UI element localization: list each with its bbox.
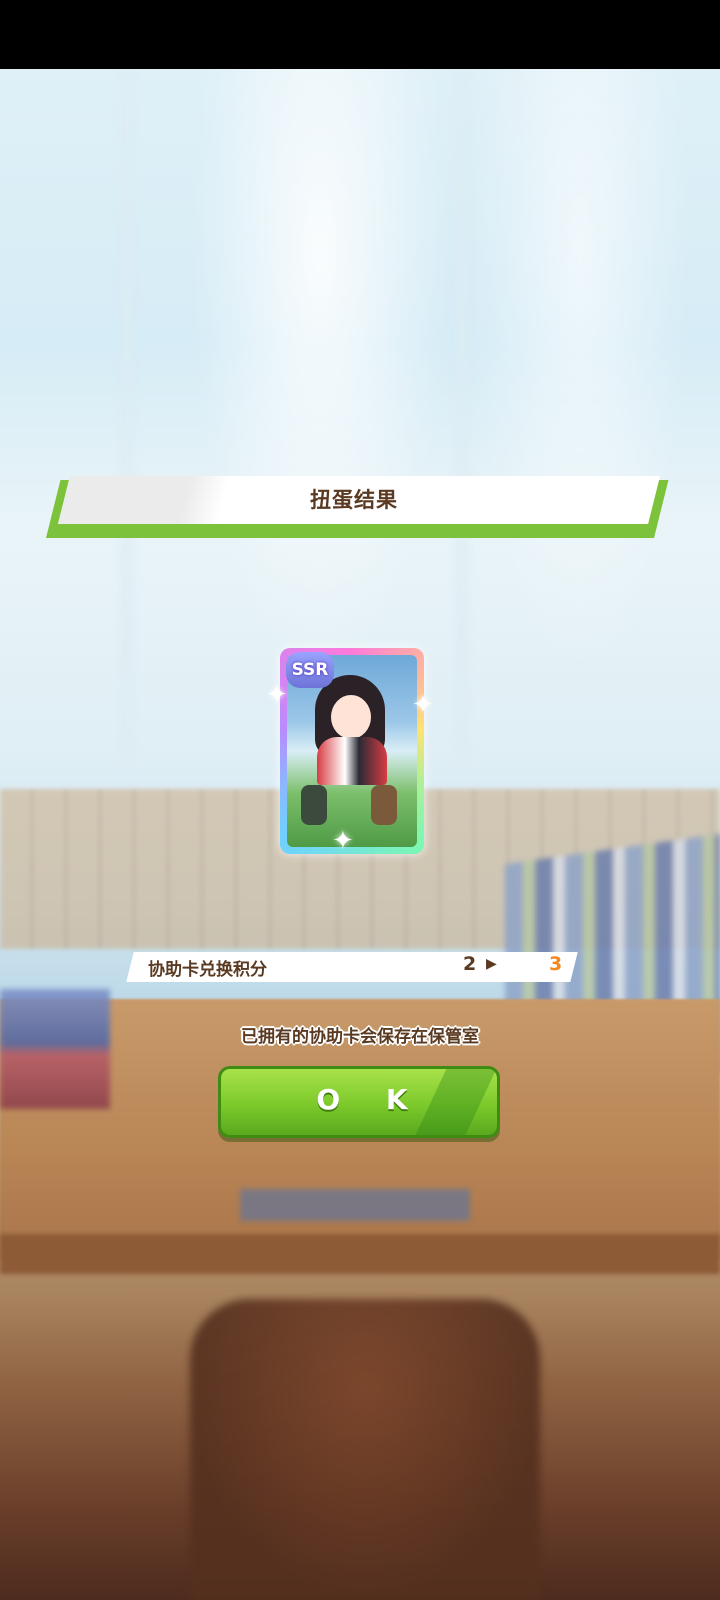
character-outfit (317, 737, 387, 785)
exchange-points-row: 协助卡兑换积分 2 ▶ 3 (126, 952, 578, 982)
storage-notice: 已拥有的协助卡会保存在保管室 (241, 1027, 479, 1047)
page-title: 扭蛋结果 (310, 488, 398, 512)
points-before: 2 (463, 953, 477, 975)
character-face (331, 695, 371, 739)
book-stack (0, 989, 110, 1109)
window-light (470, 69, 690, 689)
arrow-right-icon: ▶ (486, 956, 497, 972)
rarity-badge: SSR (286, 652, 334, 688)
runner-figure (301, 785, 327, 825)
points-after: 3 (549, 953, 563, 975)
sparkle-icon: ✦ (266, 680, 288, 710)
ok-button-label: O K (316, 1083, 426, 1116)
chair (190, 1299, 540, 1599)
window-frame (455, 69, 469, 769)
sparkle-icon: ✦ (332, 826, 354, 856)
window-frame (120, 69, 134, 769)
points-label: 协助卡兑换积分 (148, 960, 267, 980)
status-bar (0, 0, 720, 69)
sparkle-icon: ✦ (412, 690, 434, 720)
window-light (190, 69, 450, 689)
notebook (240, 1189, 470, 1221)
runner-figure (371, 785, 397, 825)
desk-edge (0, 1234, 720, 1274)
ok-button[interactable]: O K (218, 1066, 500, 1138)
result-title-banner: 扭蛋结果 (46, 474, 669, 540)
